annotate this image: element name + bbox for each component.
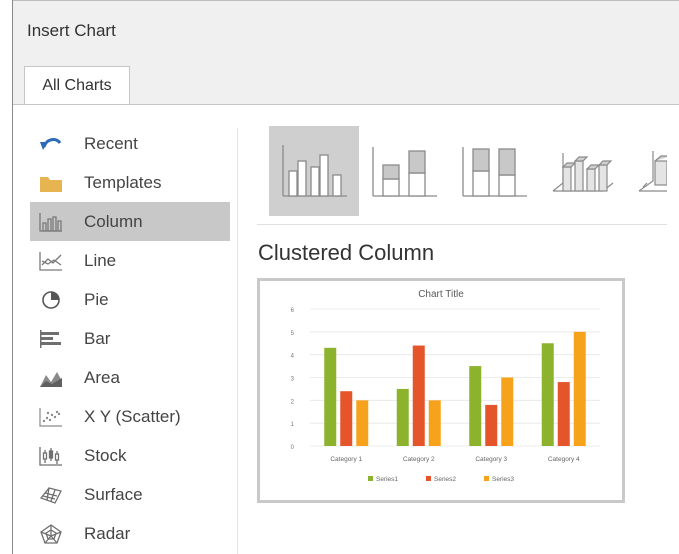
sidebar-item-templates[interactable]: Templates (30, 163, 230, 202)
sidebar-item-label: Radar (84, 523, 131, 543)
stacked-column-icon (372, 147, 437, 197)
sidebar-item-scatter[interactable]: X Y (Scatter) (30, 397, 230, 436)
x-tick-label: Category 1 (330, 456, 362, 463)
column-chart-icon (36, 209, 66, 235)
bar (340, 391, 353, 446)
sidebar-item-radar[interactable]: Radar (30, 514, 230, 553)
3d-clustered-column-icon (552, 153, 614, 192)
tab-all-charts[interactable]: All Charts (24, 66, 130, 104)
100-stacked-column-icon (462, 147, 527, 197)
subtype-stacked-column[interactable] (359, 126, 449, 216)
chart-preview-svg: Chart Title 0 1 2 3 4 5 6 Category 1 Category 2 Ca… (291, 289, 600, 483)
legend-label: Series1 (376, 476, 398, 483)
sidebar-item-column[interactable]: Column (30, 202, 230, 241)
legend-label: Series3 (492, 476, 514, 483)
recent-icon (36, 131, 66, 157)
templates-icon (36, 170, 66, 196)
y-tick-label: 1 (291, 422, 295, 428)
bar (396, 388, 409, 446)
sidebar-item-label: X Y (Scatter) (84, 406, 181, 426)
sidebar-item-area[interactable]: Area (30, 358, 230, 397)
subtype-3d-column[interactable] (629, 126, 667, 216)
sidebar-item-pie[interactable]: Pie (30, 280, 230, 319)
line-chart-icon (36, 248, 66, 274)
legend-label: Series2 (434, 476, 456, 483)
subtype-100-stacked-column[interactable] (449, 126, 539, 216)
subtype-clustered-column[interactable] (269, 126, 359, 216)
sidebar-item-label: Surface (84, 484, 143, 504)
sidebar-item-line[interactable]: Line (30, 241, 230, 280)
sidebar-item-label: Pie (84, 289, 109, 309)
y-tick-label: 3 (291, 377, 295, 383)
bar-chart-icon (36, 326, 66, 352)
sidebar-item-label: Bar (84, 328, 111, 348)
sidebar-item-label: Templates (84, 172, 162, 192)
surface-chart-icon (36, 482, 66, 508)
3d-column-icon (638, 151, 667, 192)
bar (501, 377, 514, 446)
chart-title: Chart Title (418, 289, 464, 300)
bar (428, 400, 441, 446)
bar (573, 331, 586, 446)
y-tick-label: 4 (291, 354, 295, 360)
legend-swatch (368, 476, 373, 481)
y-tick-label: 5 (291, 331, 295, 337)
stock-chart-icon (36, 443, 66, 469)
chart-type-list: Recent Templates Column Line Pie Bar Are… (30, 124, 230, 553)
sidebar-item-label: Stock (84, 445, 127, 465)
bar (541, 343, 554, 446)
sidebar-item-label: Line (84, 250, 117, 270)
title-bar: Insert Chart (13, 0, 679, 58)
sidebar-item-recent[interactable]: Recent (30, 124, 230, 163)
bar (324, 347, 337, 446)
scatter-chart-icon (36, 404, 66, 430)
pie-chart-icon (36, 287, 66, 313)
sidebar-item-label: Column (84, 211, 143, 231)
chart-subtype-gallery (257, 126, 667, 216)
legend-swatch (484, 476, 489, 481)
clustered-column-icon (282, 145, 347, 197)
bar (557, 382, 570, 446)
bar (356, 400, 369, 446)
bar (412, 345, 425, 446)
x-tick-label: Category 4 (548, 456, 580, 463)
dialog-title: Insert Chart (27, 21, 116, 40)
sidebar-item-label: Recent (84, 133, 138, 153)
y-tick-label: 0 (291, 445, 295, 451)
subtype-3d-clustered-column[interactable] (539, 126, 629, 216)
sidebar-item-label: Area (84, 367, 120, 387)
y-tick-label: 2 (291, 399, 295, 405)
sidebar-item-bar[interactable]: Bar (30, 319, 230, 358)
radar-chart-icon (36, 521, 66, 547)
gallery-divider (257, 224, 667, 225)
x-tick-label: Category 2 (403, 456, 435, 463)
sidebar-item-surface[interactable]: Surface (30, 475, 230, 514)
bar (469, 366, 482, 446)
area-chart-icon (36, 365, 66, 391)
sidebar-item-stock[interactable]: Stock (30, 436, 230, 475)
legend-swatch (426, 476, 431, 481)
tab-strip: All Charts (13, 58, 679, 105)
chart-preview[interactable]: Chart Title 0 1 2 3 4 5 6 Category 1 Category 2 Ca… (257, 278, 625, 503)
subtype-title: Clustered Column (258, 240, 435, 265)
pane-divider (237, 128, 238, 554)
y-tick-label: 6 (291, 308, 295, 314)
bar (485, 404, 498, 446)
x-tick-label: Category 3 (475, 456, 507, 463)
